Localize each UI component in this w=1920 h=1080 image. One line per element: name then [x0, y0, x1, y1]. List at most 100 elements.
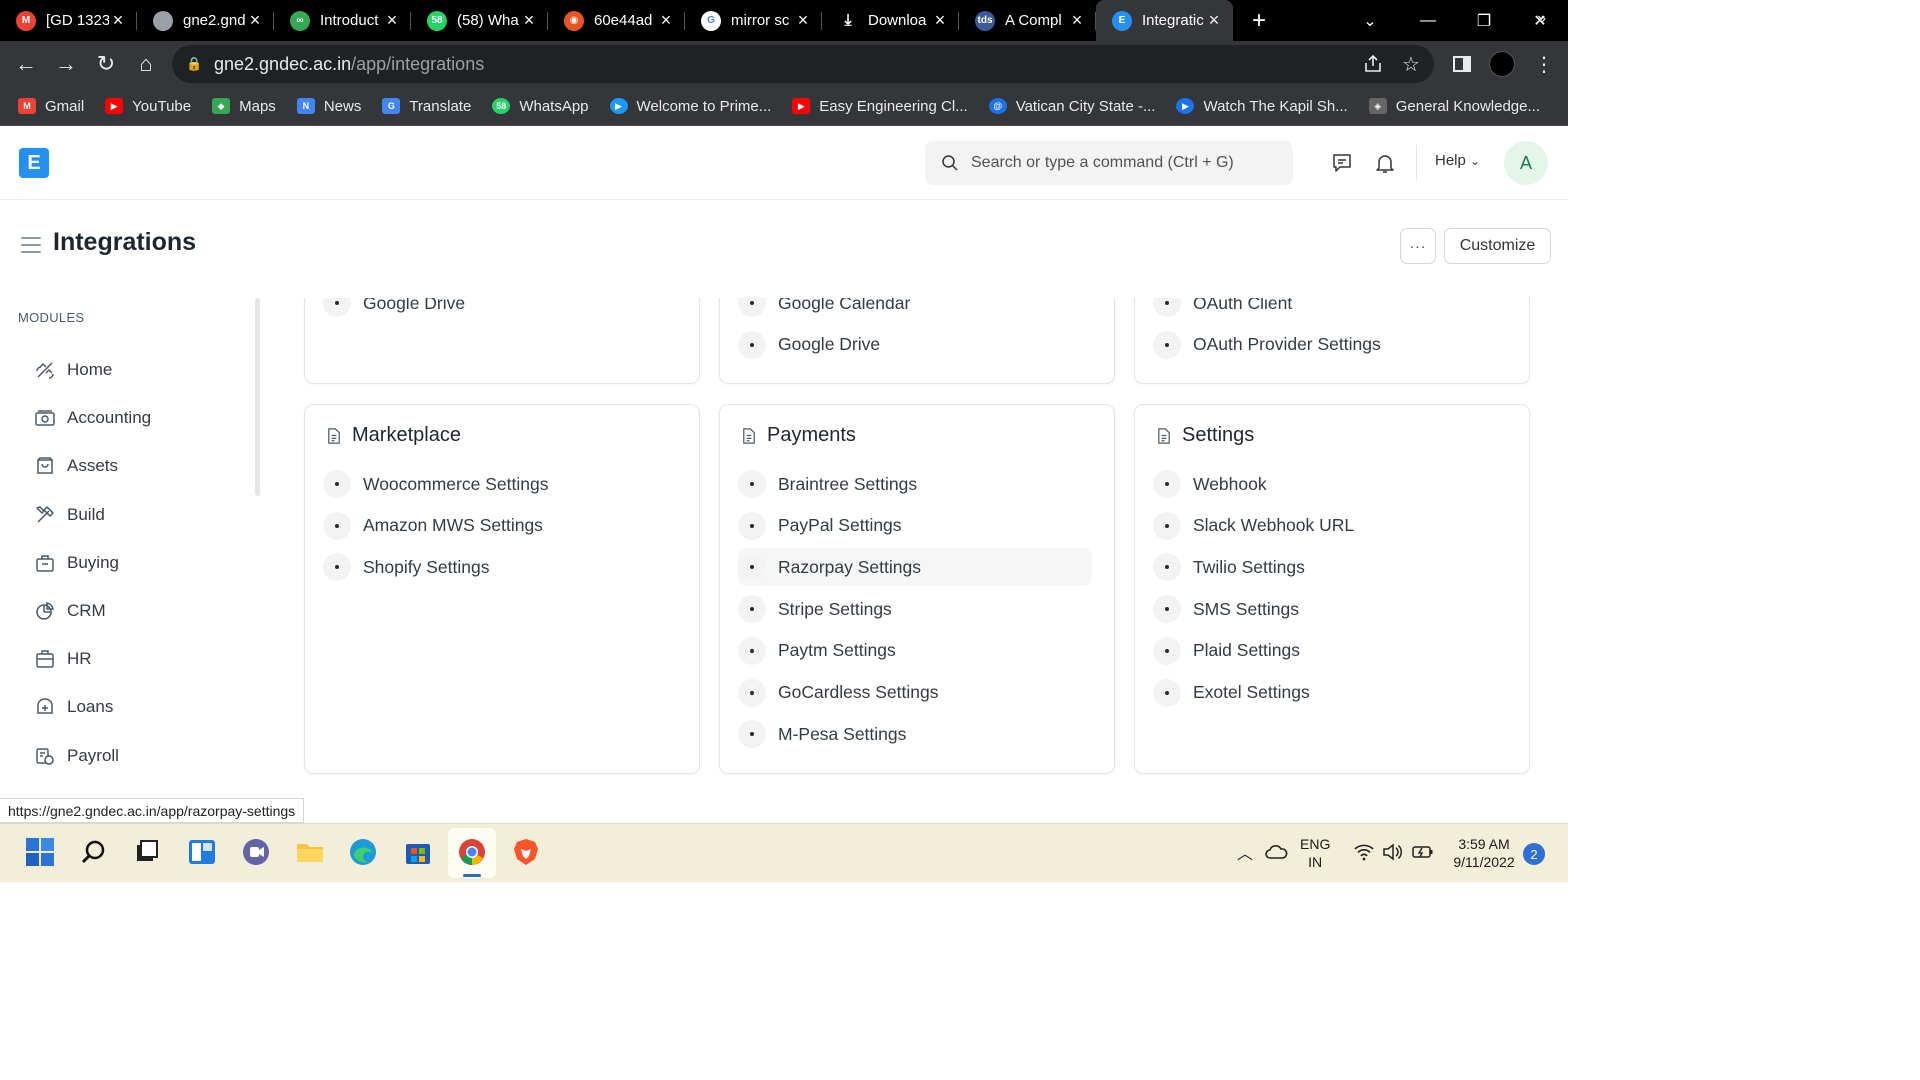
brave-browser-icon[interactable] — [508, 834, 544, 870]
restore-button[interactable]: ❐ — [1456, 0, 1512, 41]
browser-tab[interactable]: 58 (58) Wha × — [411, 0, 548, 41]
browser-tab[interactable]: E Integratic × — [1096, 0, 1233, 41]
wifi-icon[interactable] — [1350, 834, 1378, 870]
browser-tab[interactable]: tds A Compl × — [959, 0, 1096, 41]
address-bar[interactable]: 🔒 gne2.gndec.ac.in/app/integrations — [172, 45, 1434, 83]
sidebar-item-payroll[interactable]: Payroll — [34, 743, 119, 769]
input-language[interactable]: ENG IN — [1300, 835, 1330, 871]
card-link[interactable]: Exotel Settings — [1153, 674, 1507, 712]
lock-icon[interactable]: 🔒 — [186, 56, 202, 72]
card-link[interactable]: Google Drive — [323, 298, 677, 322]
tray-chevron-up-icon[interactable]: ︿ — [1230, 834, 1260, 870]
bookmark-item[interactable]: G Translate — [382, 98, 471, 115]
card-link[interactable]: Slack Webhook URL — [1153, 507, 1507, 545]
bookmark-item[interactable]: ◆ Maps — [212, 98, 276, 115]
browser-tab[interactable]: Gmirror sc × — [685, 0, 822, 41]
task-view-icon[interactable] — [129, 834, 165, 870]
sidebar-item-hr[interactable]: HR — [34, 646, 92, 672]
edge-browser-icon[interactable] — [345, 834, 381, 870]
card-link[interactable]: Google Calendar — [738, 298, 1092, 322]
profile-avatar-icon[interactable] — [1489, 41, 1515, 87]
card-link[interactable]: Stripe Settings — [738, 590, 1092, 628]
tab-close-icon[interactable]: × — [246, 10, 264, 31]
browser-tab[interactable]: ⤓ Downloa × — [822, 0, 959, 41]
tab-close-icon[interactable]: × — [931, 10, 949, 31]
card-link[interactable]: PayPal Settings — [738, 507, 1092, 545]
file-explorer-icon[interactable] — [292, 834, 328, 870]
user-avatar[interactable]: A — [1504, 141, 1548, 185]
tab-search-icon[interactable]: ⌄ — [1342, 0, 1398, 41]
card-link[interactable]: Webhook — [1153, 465, 1507, 503]
bookmark-item[interactable]: @ Vatican City State -... — [988, 98, 1155, 115]
minimize-button[interactable]: — — [1400, 0, 1456, 41]
windows-start-icon[interactable] — [22, 834, 58, 870]
tab-close-icon[interactable]: × — [109, 10, 127, 31]
sidebar-item-buying[interactable]: Buying — [34, 550, 119, 576]
card-link[interactable]: Twilio Settings — [1153, 548, 1507, 586]
widgets-icon[interactable] — [184, 834, 220, 870]
card-link[interactable]: Razorpay Settings — [738, 548, 1092, 587]
bookmark-item[interactable]: ◈ General Knowledge... — [1368, 98, 1540, 115]
browser-tab[interactable]: ∞ Introduct × — [274, 0, 411, 41]
back-icon[interactable]: ← — [6, 44, 46, 84]
card-link[interactable]: Amazon MWS Settings — [323, 507, 677, 545]
card-link[interactable]: OAuth Client — [1153, 298, 1507, 322]
bookmark-item[interactable]: M Gmail — [18, 98, 84, 115]
tab-close-icon[interactable]: × — [1205, 10, 1223, 31]
bookmark-item[interactable]: ▶ Welcome to Prime... — [609, 98, 771, 115]
sidebar-scrollbar[interactable] — [255, 298, 260, 496]
bookmark-item[interactable]: 58 WhatsApp — [492, 98, 589, 115]
tab-close-icon[interactable]: × — [794, 10, 812, 31]
tab-close-icon[interactable]: × — [1068, 10, 1086, 31]
card-link[interactable]: Woocommerce Settings — [323, 465, 677, 503]
bookmark-item[interactable]: ▶ YouTube — [105, 98, 191, 115]
microsoft-store-icon[interactable] — [400, 834, 436, 870]
tab-close-icon[interactable]: × — [520, 10, 538, 31]
forward-icon[interactable]: → — [46, 44, 86, 84]
card-link[interactable]: M-Pesa Settings — [738, 715, 1092, 753]
reload-icon[interactable]: ↻ — [86, 44, 126, 84]
customize-button[interactable]: Customize — [1444, 228, 1551, 264]
chrome-icon[interactable] — [454, 834, 490, 870]
bookmark-item[interactable]: ▶ Watch The Kapil Sh... — [1176, 98, 1348, 115]
app-logo[interactable]: E — [19, 148, 49, 178]
card-link[interactable]: OAuth Provider Settings — [1153, 326, 1507, 364]
volume-icon[interactable] — [1379, 834, 1407, 870]
browser-tab[interactable]: ◉ 60e44ad × — [548, 0, 685, 41]
teams-chat-icon[interactable] — [238, 834, 274, 870]
browser-tab[interactable]: M [GD 1323 × — [0, 0, 137, 41]
sidebar-item-assets[interactable]: Assets — [34, 453, 118, 479]
battery-charging-icon[interactable] — [1409, 834, 1437, 870]
browser-tab[interactable]: gne2.gnd × — [137, 0, 274, 41]
sidebar-item-build[interactable]: Build — [34, 502, 105, 528]
taskbar-search-icon[interactable] — [76, 834, 112, 870]
bookmarks-more-icon[interactable]: » — [1537, 10, 1546, 28]
side-panel-icon[interactable] — [1452, 41, 1472, 87]
tab-close-icon[interactable]: × — [383, 10, 401, 31]
card-link[interactable]: Google Drive — [738, 326, 1092, 364]
menu-kebab-icon[interactable]: ⋮ — [1534, 41, 1554, 87]
onedrive-cloud-icon[interactable] — [1261, 834, 1291, 870]
sidebar-item-home[interactable]: Home — [34, 357, 112, 383]
sidebar-item-loans[interactable]: Loans — [34, 694, 113, 720]
help-dropdown[interactable]: Help ⌄ — [1435, 152, 1480, 169]
card-link[interactable]: GoCardless Settings — [738, 674, 1092, 712]
sidebar-toggle-icon[interactable] — [21, 237, 41, 253]
bookmark-item[interactable]: ▶ Easy Engineering Cl... — [792, 98, 968, 115]
card-link[interactable]: Shopify Settings — [323, 548, 677, 586]
share-icon[interactable] — [1362, 41, 1384, 87]
system-clock[interactable]: 3:59 AM 9/11/2022 — [1448, 835, 1520, 871]
tab-close-icon[interactable]: × — [657, 10, 675, 31]
notification-bell-icon[interactable] — [1372, 150, 1398, 176]
more-actions-button[interactable]: ··· — [1400, 228, 1436, 264]
card-link[interactable]: SMS Settings — [1153, 590, 1507, 628]
chat-icon[interactable] — [1329, 150, 1355, 176]
sidebar-item-accounting[interactable]: Accounting — [34, 405, 151, 431]
card-link[interactable]: Braintree Settings — [738, 465, 1092, 503]
sidebar-item-crm[interactable]: CRM — [34, 598, 106, 624]
card-link[interactable]: Plaid Settings — [1153, 632, 1507, 670]
card-link[interactable]: Paytm Settings — [738, 632, 1092, 670]
bookmark-star-icon[interactable]: ☆ — [1402, 41, 1420, 87]
new-tab-button[interactable]: + — [1239, 7, 1279, 35]
search-input[interactable]: Search or type a command (Ctrl + G) — [925, 141, 1293, 185]
